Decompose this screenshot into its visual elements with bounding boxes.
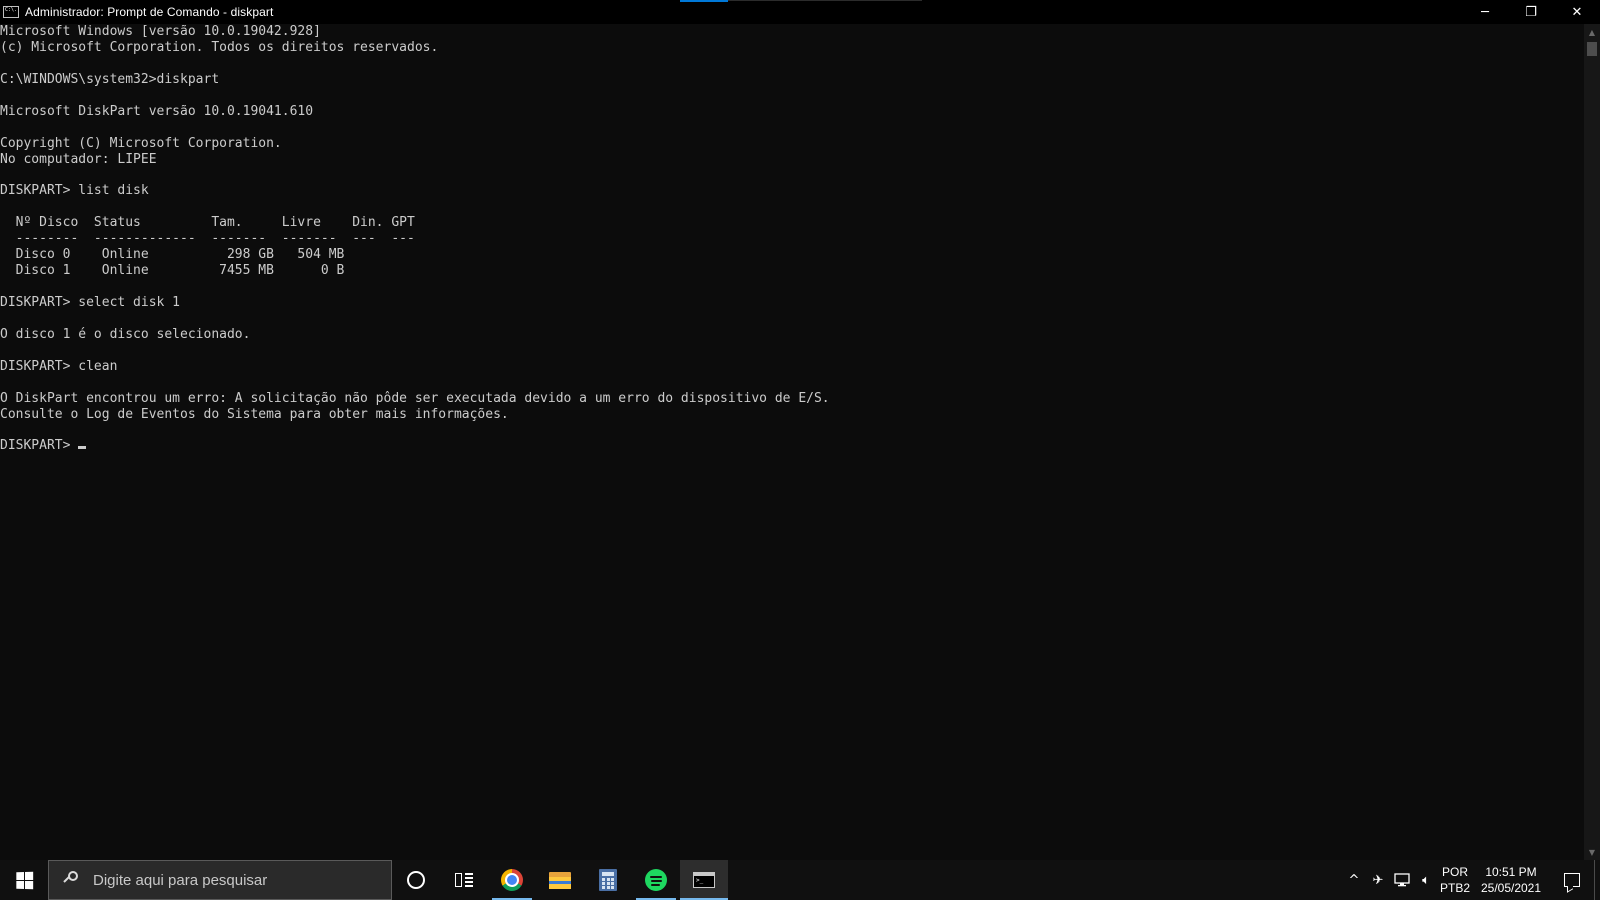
title-bar-accent (680, 0, 728, 2)
keyboard-layout: PTB2 (1439, 881, 1470, 895)
console-line: DISKPART> clean (0, 358, 118, 374)
spotify-icon (645, 869, 667, 891)
console-output[interactable]: Microsoft Windows [versão 10.0.19042.928… (0, 24, 1584, 860)
clock-date: 25/05/2021 (1480, 881, 1542, 895)
task-view-icon (455, 873, 473, 887)
clock[interactable]: 10:51 PM 25/05/2021 (1472, 864, 1550, 896)
search-icon (63, 871, 81, 889)
calculator-icon (599, 869, 617, 891)
minimize-button[interactable]: ─ (1462, 0, 1508, 24)
network-icon[interactable] (1390, 860, 1414, 900)
volume-icon[interactable]: 🔈︎ (1414, 860, 1438, 900)
action-center-button[interactable] (1550, 860, 1594, 900)
console-line: Disco 0 Online 298 GB 504 MB (0, 247, 345, 263)
taskbar-app-command-prompt[interactable]: >_ (680, 860, 728, 900)
console-line: -------- ------------- ------- ------- -… (0, 231, 415, 247)
console-line: C:\WINDOWS\system32>diskpart (0, 71, 220, 87)
scroll-thumb[interactable] (1587, 42, 1597, 56)
app-icon-text: C:\. (5, 7, 18, 13)
window-title: Administrador: Prompt de Comando - diskp… (25, 5, 274, 19)
clock-time: 10:51 PM (1485, 865, 1537, 879)
task-view-button[interactable] (440, 860, 488, 900)
console-line: Copyright (C) Microsoft Corporation. (0, 135, 282, 151)
scroll-up-arrow-icon[interactable]: ▲ (1584, 24, 1600, 40)
close-button[interactable]: ✕ (1554, 0, 1600, 24)
system-tray: ^ ✈ 🔈︎ POR PTB2 10:51 PM 25/05/2021 (1342, 860, 1600, 900)
language-code: POR (1441, 865, 1468, 879)
chevron-up-icon: ^ (1348, 872, 1360, 888)
taskbar-app-calculator[interactable] (584, 860, 632, 900)
restore-icon: ❐ (1525, 4, 1537, 20)
close-icon: ✕ (1571, 4, 1583, 20)
console-line: Disco 1 Online 7455 MB 0 B (0, 263, 345, 279)
vertical-scrollbar[interactable]: ▲ ▼ (1584, 24, 1600, 860)
show-desktop-button[interactable] (1594, 860, 1600, 900)
notification-icon (1564, 873, 1580, 887)
taskbar-app-chrome[interactable] (488, 860, 536, 900)
console-line: Nº Disco Status Tam. Livre Din. GPT (0, 215, 415, 231)
console-line: Consulte o Log de Eventos do Sistema par… (0, 406, 509, 422)
console-line: DISKPART> select disk 1 (0, 294, 181, 310)
chrome-icon (501, 869, 523, 891)
console-prompt: DISKPART> (0, 438, 79, 454)
start-button[interactable] (0, 860, 48, 900)
command-prompt-icon: >_ (693, 872, 715, 888)
cortana-button[interactable] (392, 860, 440, 900)
taskbar-app-spotify[interactable] (632, 860, 680, 900)
scroll-down-arrow-icon[interactable]: ▼ (1584, 844, 1600, 860)
cortana-icon (407, 871, 425, 889)
console-line: (c) Microsoft Corporation. Todos os dire… (0, 39, 439, 55)
windows-logo-icon (15, 871, 33, 889)
console-line: Microsoft Windows [versão 10.0.19042.928… (0, 24, 321, 39)
taskbar-search-box[interactable]: Digite aqui para pesquisar (48, 860, 392, 900)
window-controls: ─ ❐ ✕ (1462, 0, 1600, 24)
taskbar-app-file-explorer[interactable] (536, 860, 584, 900)
show-hidden-icons-chevron-icon[interactable]: ^ (1342, 860, 1366, 900)
title-bar[interactable]: C:\. Administrador: Prompt de Comando - … (0, 0, 1600, 24)
console-line: O disco 1 é o disco selecionado. (0, 326, 251, 342)
console-prompt-line: DISKPART> (0, 438, 1584, 454)
file-explorer-icon (549, 871, 571, 889)
minimize-icon: ─ (1481, 4, 1489, 20)
command-prompt-icon[interactable]: C:\. (3, 6, 19, 18)
console-line: O DiskPart encontrou um erro: A solicita… (0, 390, 830, 406)
language-indicator[interactable]: POR PTB2 (1438, 864, 1472, 896)
console-line: No computador: LIPEE (0, 151, 157, 167)
title-bar-accent-line (728, 0, 922, 1)
text-cursor (78, 446, 87, 450)
taskbar: Digite aqui para pesquisar >_ ^ ✈ 🔈︎ POR… (0, 860, 1600, 900)
restore-button[interactable]: ❐ (1508, 0, 1554, 24)
search-placeholder: Digite aqui para pesquisar (93, 871, 268, 889)
console-line: DISKPART> list disk (0, 183, 149, 199)
console-line: Microsoft DiskPart versão 10.0.19041.610 (0, 103, 314, 119)
airplane-mode-icon[interactable]: ✈ (1366, 860, 1390, 900)
